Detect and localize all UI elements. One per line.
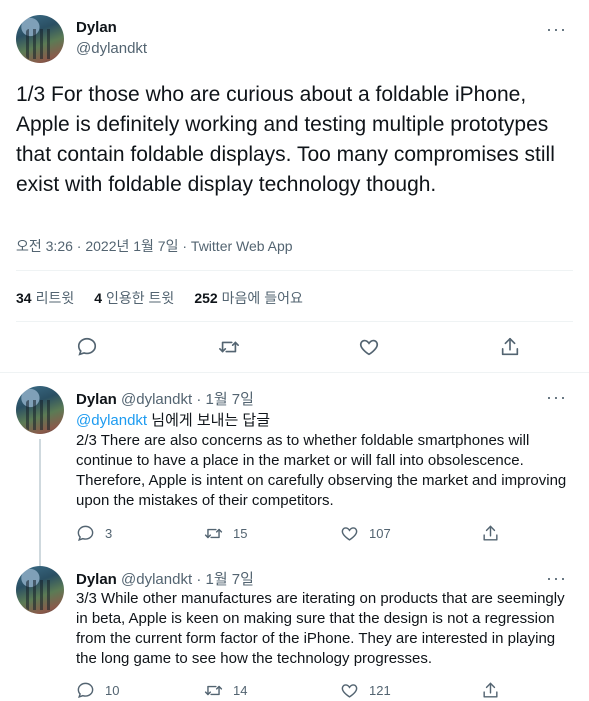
reply-count: 3: [105, 526, 113, 541]
reply-avatar[interactable]: [16, 386, 64, 434]
reply-actions: 10 14 121: [76, 681, 589, 701]
share-icon[interactable]: [499, 336, 521, 358]
author-handle[interactable]: @dylandkt: [76, 40, 147, 57]
reply-mention-link[interactable]: @dylandkt: [76, 412, 147, 429]
author-name[interactable]: Dylan: [76, 19, 117, 36]
reply-author-name[interactable]: Dylan: [76, 571, 117, 588]
like-button[interactable]: 121: [340, 681, 391, 700]
reply-header: Dylan @dylandkt · 1월 7일: [76, 388, 254, 409]
reply-text: 2/3 There are also concerns as to whethe…: [76, 432, 567, 509]
reply-text: 3/3 While other manufactures are iterati…: [76, 590, 565, 667]
reply-avatar[interactable]: [16, 566, 64, 614]
more-options-icon[interactable]: ···: [546, 569, 567, 587]
divider: [16, 270, 573, 271]
reply-header: Dylan @dylandkt · 1월 7일: [76, 568, 254, 589]
divider: [0, 372, 589, 373]
reply-date[interactable]: · 1월 7일: [196, 571, 254, 588]
reply-actions: 3 15 107: [76, 524, 589, 544]
retweet-count: 14: [233, 683, 248, 698]
reply-icon: [76, 524, 95, 543]
author-avatar[interactable]: [16, 15, 64, 63]
reply-date[interactable]: · 1월 7일: [196, 391, 254, 408]
tweet-timestamp[interactable]: 오전 3:26 · 2022년 1월 7일 · Twitter Web App: [16, 236, 293, 256]
like-icon: [340, 681, 359, 700]
retweets-stat[interactable]: 34 리트윗: [16, 288, 74, 308]
thread-connector: [39, 439, 41, 566]
share-button[interactable]: [481, 681, 500, 700]
replying-to: @dylandkt 님에게 보내는 답글: [76, 409, 270, 430]
more-options-icon[interactable]: ···: [546, 20, 567, 38]
share-button[interactable]: [481, 524, 500, 543]
retweet-button[interactable]: 14: [204, 681, 247, 700]
replying-to-label: 님에게 보내는 답글: [151, 412, 271, 429]
likes-stat[interactable]: 252 마음에 들어요: [194, 288, 303, 308]
like-button[interactable]: 107: [340, 524, 391, 543]
divider: [16, 321, 573, 322]
more-options-icon[interactable]: ···: [546, 388, 567, 406]
like-count: 121: [369, 683, 391, 698]
reply-author-handle[interactable]: @dylandkt: [121, 391, 192, 408]
quotes-stat[interactable]: 4 인용한 트윗: [94, 288, 174, 308]
tweet-text: 1/3 For those who are curious about a fo…: [16, 83, 555, 196]
reply-button[interactable]: 3: [76, 524, 112, 543]
retweet-button[interactable]: 15: [204, 524, 247, 543]
reply-author-name[interactable]: Dylan: [76, 391, 117, 408]
reply-count: 10: [105, 683, 120, 698]
share-icon: [481, 681, 500, 700]
reply-button[interactable]: 10: [76, 681, 119, 700]
retweet-icon: [204, 681, 223, 700]
reply-icon[interactable]: [76, 336, 98, 358]
retweet-icon[interactable]: [218, 336, 240, 358]
reply-icon: [76, 681, 95, 700]
tweet-actions: [0, 336, 589, 360]
tweet-stats: 34 리트윗 4 인용한 트윗 252 마음에 들어요: [16, 288, 303, 308]
like-icon[interactable]: [358, 336, 380, 358]
reply-author-handle[interactable]: @dylandkt: [121, 571, 192, 588]
like-count: 107: [369, 526, 391, 541]
like-icon: [340, 524, 359, 543]
share-icon: [481, 524, 500, 543]
retweet-icon: [204, 524, 223, 543]
retweet-count: 15: [233, 526, 248, 541]
